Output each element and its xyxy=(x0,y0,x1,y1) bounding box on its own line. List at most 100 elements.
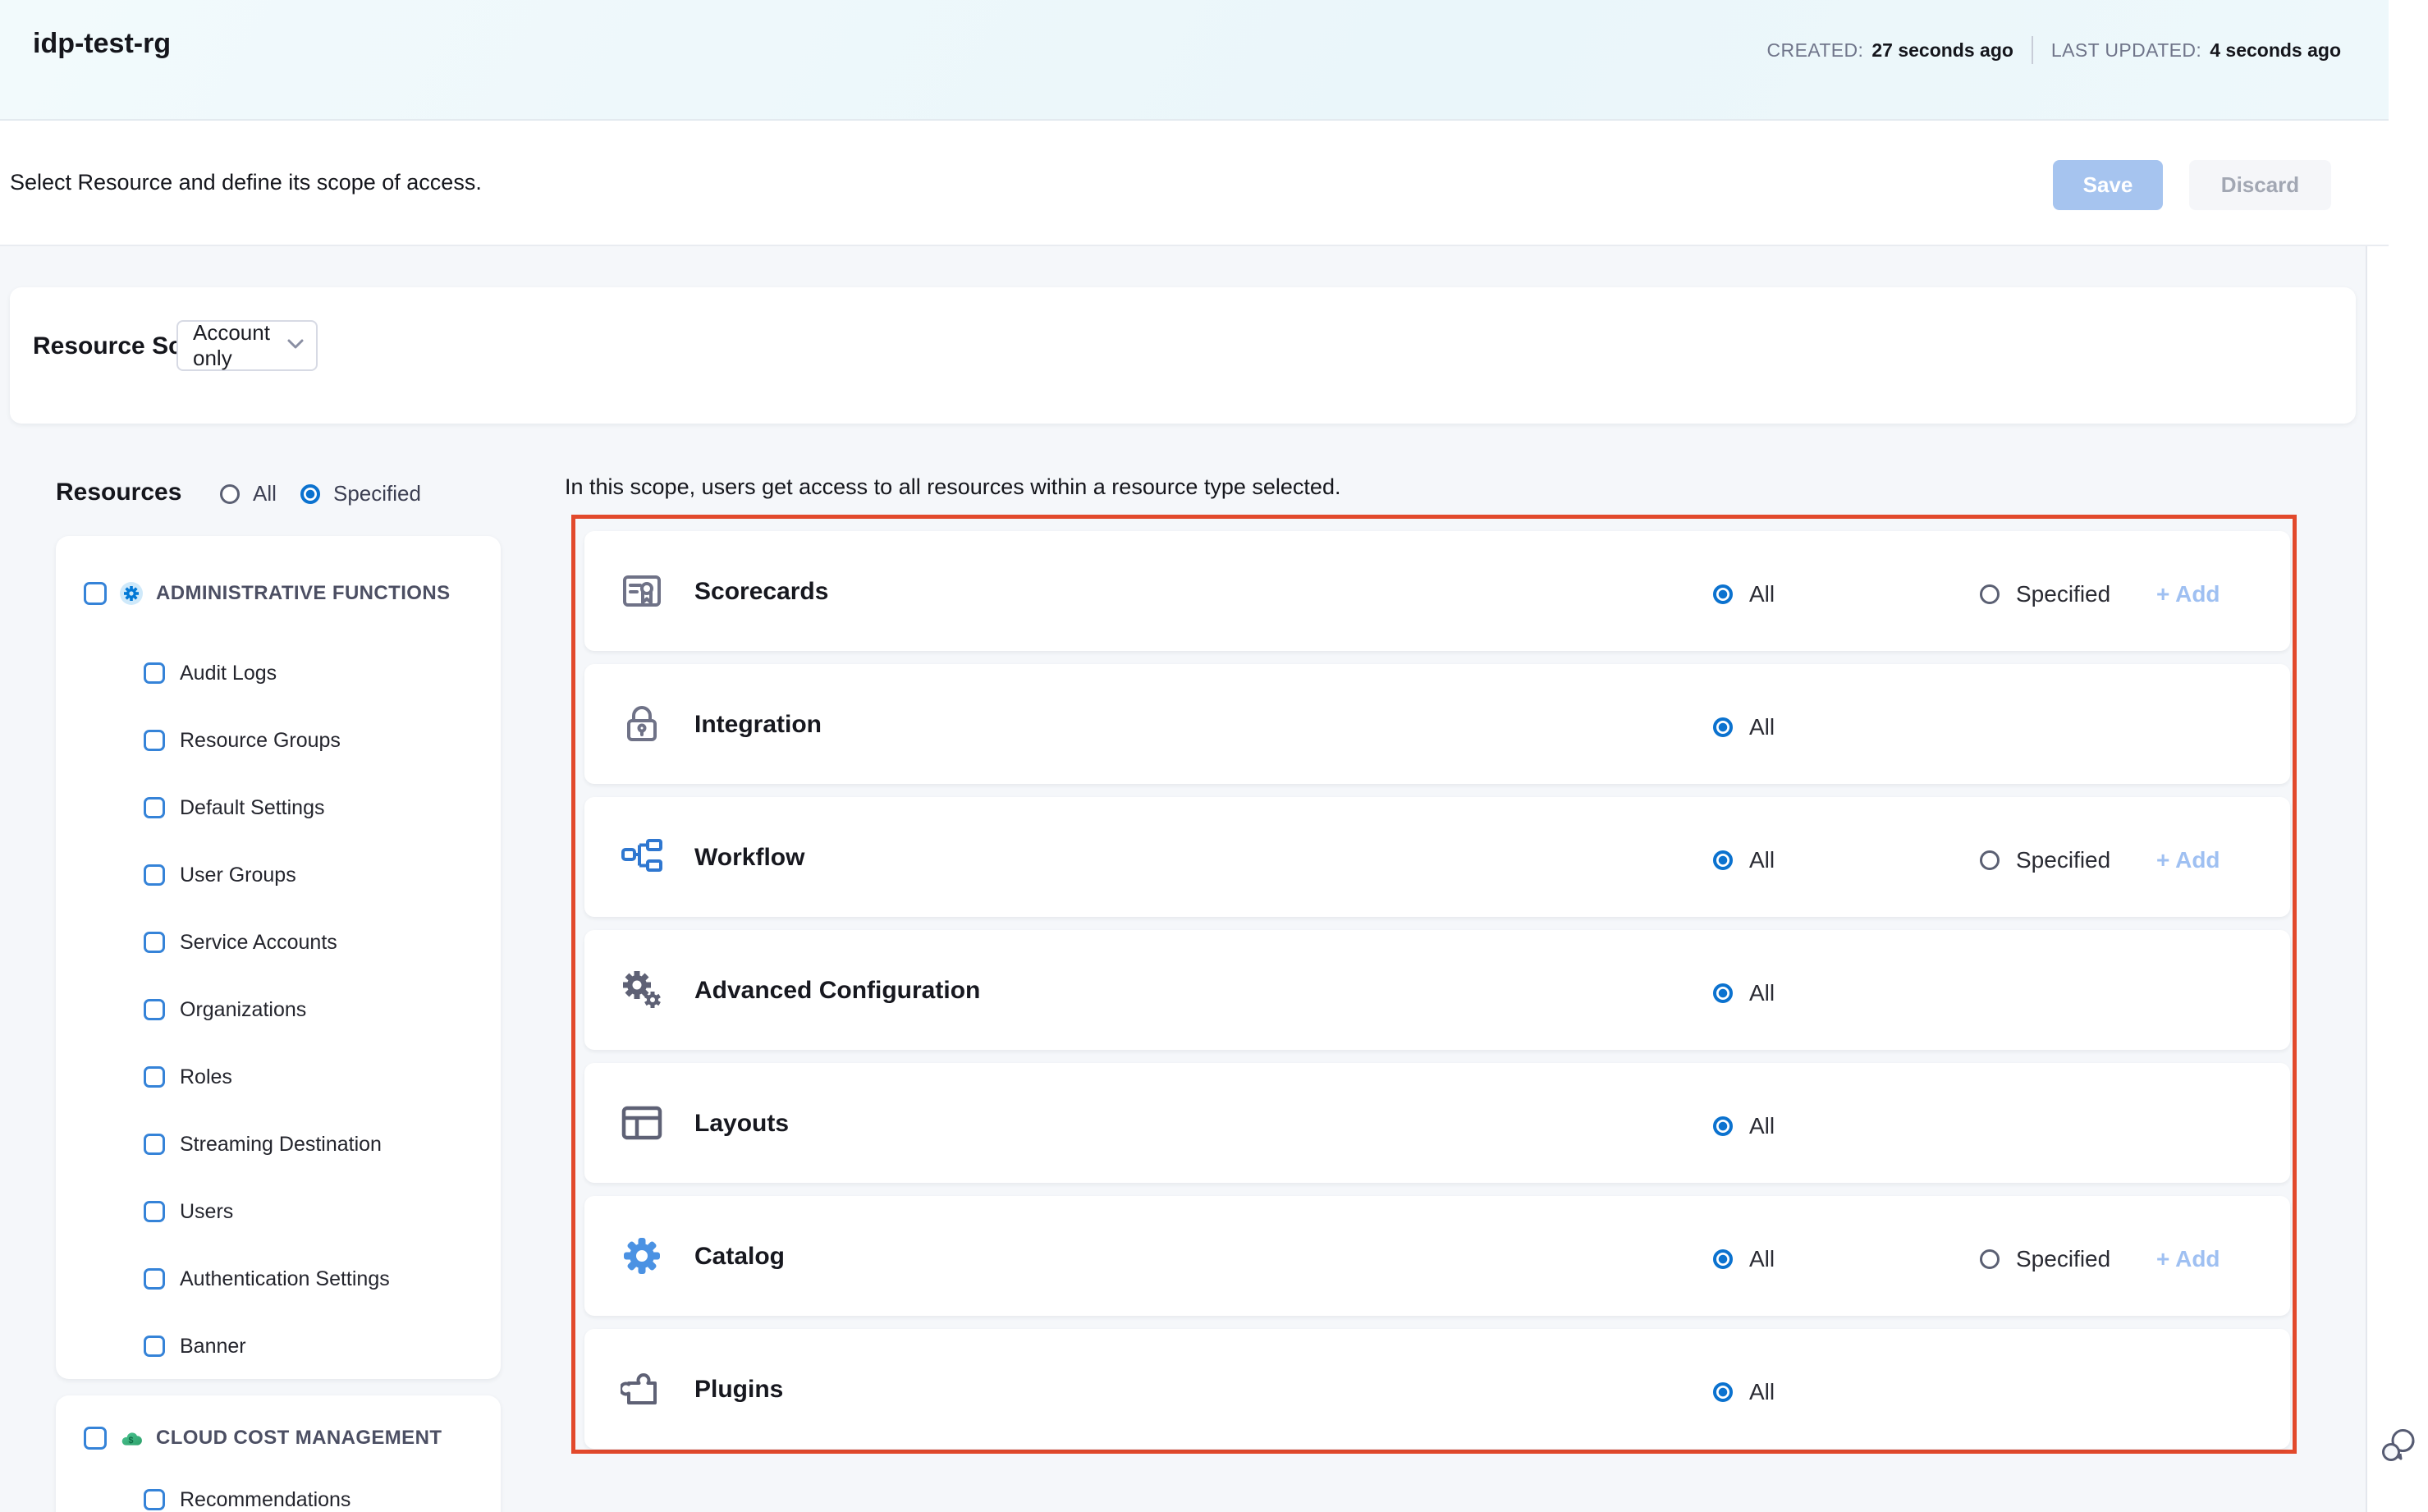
all-radio[interactable] xyxy=(1713,1249,1733,1269)
item-label: User Groups xyxy=(180,864,296,887)
item-label: Resource Groups xyxy=(180,729,341,753)
resource-item-row: Banner xyxy=(56,1313,501,1380)
svg-text:$: $ xyxy=(128,1436,133,1446)
item-checkbox[interactable] xyxy=(144,932,165,953)
resources-all-option[interactable]: All xyxy=(220,481,277,506)
group-label: ADMINISTRATIVE FUNCTIONS xyxy=(156,582,450,605)
add-button[interactable]: + Add xyxy=(2156,847,2220,873)
specified-radio[interactable] xyxy=(1980,850,2000,870)
all-radio-label: All xyxy=(1749,1246,1775,1272)
lock-icon xyxy=(621,703,663,745)
item-checkbox[interactable] xyxy=(144,1201,165,1222)
all-radio-label: All xyxy=(253,481,277,506)
all-radio[interactable] xyxy=(220,484,240,504)
specified-option[interactable]: Specified xyxy=(1980,1246,2110,1272)
item-label: Recommendations xyxy=(180,1488,350,1512)
resource-type-row-plugins: Plugins All xyxy=(584,1329,2290,1449)
all-radio[interactable] xyxy=(1713,1382,1733,1402)
all-option[interactable]: All xyxy=(1713,980,1775,1006)
created-pair: CREATED: 27 seconds ago xyxy=(1767,39,2013,62)
resource-item-row: Service Accounts xyxy=(56,909,501,976)
item-checkbox[interactable] xyxy=(144,1336,165,1357)
all-radio[interactable] xyxy=(1713,1116,1733,1136)
last-updated-value: 4 seconds ago xyxy=(2210,39,2341,62)
group-checkbox[interactable] xyxy=(84,1427,107,1450)
layout-icon xyxy=(621,1102,663,1144)
resource-item-row: User Groups xyxy=(56,841,501,909)
created-value: 27 seconds ago xyxy=(1871,39,2013,62)
updated-pair: LAST UPDATED: 4 seconds ago xyxy=(2051,39,2341,62)
gears-icon xyxy=(621,969,663,1011)
specified-radio-label: Specified xyxy=(333,481,421,506)
scorecards-icon xyxy=(621,570,663,612)
timestamps: CREATED: 27 seconds ago LAST UPDATED: 4 … xyxy=(1767,36,2341,64)
all-radio[interactable] xyxy=(1713,850,1733,870)
item-label: Default Settings xyxy=(180,796,325,820)
item-checkbox[interactable] xyxy=(144,1268,165,1290)
specified-radio[interactable] xyxy=(1980,1249,2000,1269)
resource-type-label: Advanced Configuration xyxy=(694,977,980,1005)
item-checkbox[interactable] xyxy=(144,864,165,886)
item-label: Audit Logs xyxy=(180,662,277,685)
item-checkbox[interactable] xyxy=(144,797,165,818)
meta-divider xyxy=(2032,36,2033,64)
resources-title: Resources xyxy=(56,479,181,506)
resource-type-label: Plugins xyxy=(694,1376,783,1404)
all-radio-label: All xyxy=(1749,581,1775,607)
item-checkbox[interactable] xyxy=(144,730,165,751)
page: idp-test-rg CREATED: 27 seconds ago LAST… xyxy=(0,0,2428,1512)
resource-item-row: Recommendations xyxy=(56,1466,501,1512)
item-label: Organizations xyxy=(180,998,306,1022)
item-checkbox[interactable] xyxy=(144,1489,165,1510)
resource-type-label: Workflow xyxy=(694,844,804,872)
resource-group-row: ADMINISTRATIVE FUNCTIONS xyxy=(56,570,501,616)
add-button[interactable]: + Add xyxy=(2156,581,2220,607)
all-radio[interactable] xyxy=(1713,584,1733,604)
all-radio[interactable] xyxy=(1713,983,1733,1003)
resource-type-label: Scorecards xyxy=(694,578,828,606)
resource-item-row: Users xyxy=(56,1178,501,1245)
resource-item-row: Resource Groups xyxy=(56,707,501,774)
resource-scope-selected-value: Account only xyxy=(193,320,286,371)
specified-radio[interactable] xyxy=(1980,584,2000,604)
specified-radio[interactable] xyxy=(300,484,320,504)
cloud-dollar-icon: $ xyxy=(120,1427,143,1450)
specified-radio-label: Specified xyxy=(2016,1246,2110,1272)
resource-scope-dropdown[interactable]: Account only xyxy=(176,320,318,371)
chat-support-icon[interactable] xyxy=(2377,1425,2420,1464)
item-checkbox[interactable] xyxy=(144,1134,165,1155)
all-option[interactable]: All xyxy=(1713,1246,1775,1272)
all-radio-label: All xyxy=(1749,847,1775,873)
item-checkbox[interactable] xyxy=(144,662,165,684)
resource-types-highlight-box: ScorecardsAllSpecified+ AddIntegrationAl… xyxy=(571,515,2297,1454)
all-option[interactable]: All xyxy=(1713,581,1775,607)
all-option[interactable]: All xyxy=(1713,1379,1775,1405)
all-option[interactable]: All xyxy=(1713,714,1775,740)
item-checkbox[interactable] xyxy=(144,1066,165,1088)
page-title: idp-test-rg xyxy=(33,28,171,60)
group-label: CLOUD COST MANAGEMENT xyxy=(156,1427,442,1450)
all-radio-label: All xyxy=(1749,1113,1775,1139)
all-radio-label: All xyxy=(1749,714,1775,740)
specified-radio-label: Specified xyxy=(2016,847,2110,873)
resource-item-row: Default Settings xyxy=(56,774,501,841)
all-option[interactable]: All xyxy=(1713,847,1775,873)
item-label: Banner xyxy=(180,1335,246,1359)
save-button[interactable]: Save xyxy=(2053,160,2163,210)
item-checkbox[interactable] xyxy=(144,999,165,1020)
item-label: Roles xyxy=(180,1065,232,1089)
chevron-down-icon xyxy=(286,338,305,354)
all-radio[interactable] xyxy=(1713,717,1733,737)
scope-access-description: In this scope, users get access to all r… xyxy=(565,474,1340,500)
resources-header: Resources All Specified xyxy=(56,472,501,513)
all-option[interactable]: All xyxy=(1713,1113,1775,1139)
discard-button[interactable]: Discard xyxy=(2189,160,2331,210)
group-checkbox[interactable] xyxy=(84,582,107,605)
specified-option[interactable]: Specified xyxy=(1980,847,2110,873)
resource-type-row-scorecards: Scorecards All Specified + Add xyxy=(584,531,2290,651)
add-button[interactable]: + Add xyxy=(2156,1246,2220,1272)
specified-option[interactable]: Specified xyxy=(1980,581,2110,607)
puzzle-icon xyxy=(621,1368,663,1410)
all-radio-label: All xyxy=(1749,1379,1775,1405)
resources-specified-option[interactable]: Specified xyxy=(300,481,421,506)
